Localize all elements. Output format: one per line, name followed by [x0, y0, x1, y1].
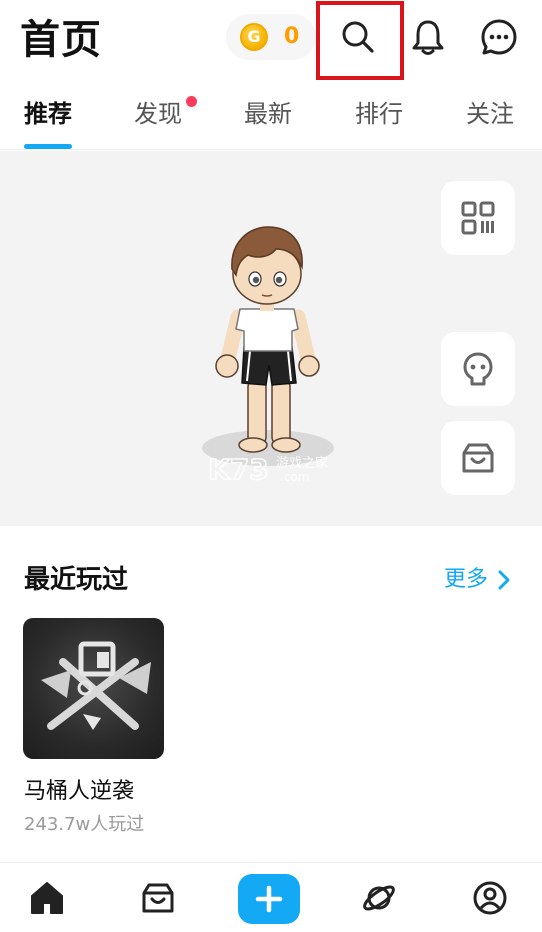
svg-text:K73: K73 [208, 453, 269, 486]
avatar-stage: K73 游戏之家 .com [0, 151, 542, 526]
nav-profile[interactable] [465, 873, 515, 923]
active-tab-indicator [24, 144, 72, 149]
discover-badge-dot [186, 96, 197, 107]
notifications-button[interactable] [397, 6, 459, 68]
tab-following[interactable]: 关注 [466, 84, 514, 146]
qr-code-icon [461, 201, 495, 235]
page-title: 首页 [20, 17, 102, 63]
search-highlight-box [316, 1, 404, 80]
qr-code-button[interactable] [441, 181, 515, 255]
more-label: 更多 [444, 567, 489, 592]
bottom-nav [0, 862, 542, 932]
profile-icon [473, 881, 507, 915]
game-name[interactable]: 马桶人逆袭 [24, 776, 134, 808]
tab-latest[interactable]: 最新 [244, 84, 292, 146]
coin-balance[interactable]: G 0 [226, 14, 316, 60]
message-icon [481, 19, 517, 55]
tab-bar: 推荐 发现 最新 排行 关注 [0, 84, 542, 150]
more-link[interactable]: 更多 [444, 564, 514, 596]
svg-text:.com: .com [280, 470, 309, 484]
coin-icon: G [240, 23, 268, 51]
bell-icon [412, 20, 444, 55]
k73-watermark: K73 游戏之家 .com [207, 452, 328, 487]
recent-section-title: 最近玩过 [24, 565, 129, 595]
nav-explore[interactable] [354, 873, 404, 923]
store-icon [142, 883, 174, 913]
avatar-button[interactable] [441, 332, 515, 406]
header: 首页 G 0 [0, 0, 542, 80]
shop-button[interactable] [441, 421, 515, 495]
home-icon [31, 882, 63, 914]
add-icon [255, 885, 283, 913]
explore-planet-icon [363, 885, 395, 911]
game-player-count: 243.7w人玩过 [24, 814, 145, 835]
ghost-icon [463, 352, 493, 386]
nav-home[interactable] [22, 873, 72, 923]
nav-add-button[interactable] [238, 874, 300, 924]
tab-recommend[interactable]: 推荐 [24, 84, 72, 146]
tab-discover[interactable]: 发现 [134, 84, 182, 146]
toilet-man-game-icon [41, 641, 151, 730]
game-thumbnail[interactable] [23, 618, 164, 759]
svg-text:游戏之家: 游戏之家 [276, 455, 328, 471]
coin-count: 0 [284, 24, 300, 49]
shopping-bag-icon [462, 443, 494, 473]
nav-store[interactable] [133, 873, 183, 923]
messages-button[interactable] [468, 6, 530, 68]
avatar-character [202, 226, 334, 466]
chevron-right-icon [498, 570, 510, 590]
tab-ranking[interactable]: 排行 [355, 84, 403, 146]
